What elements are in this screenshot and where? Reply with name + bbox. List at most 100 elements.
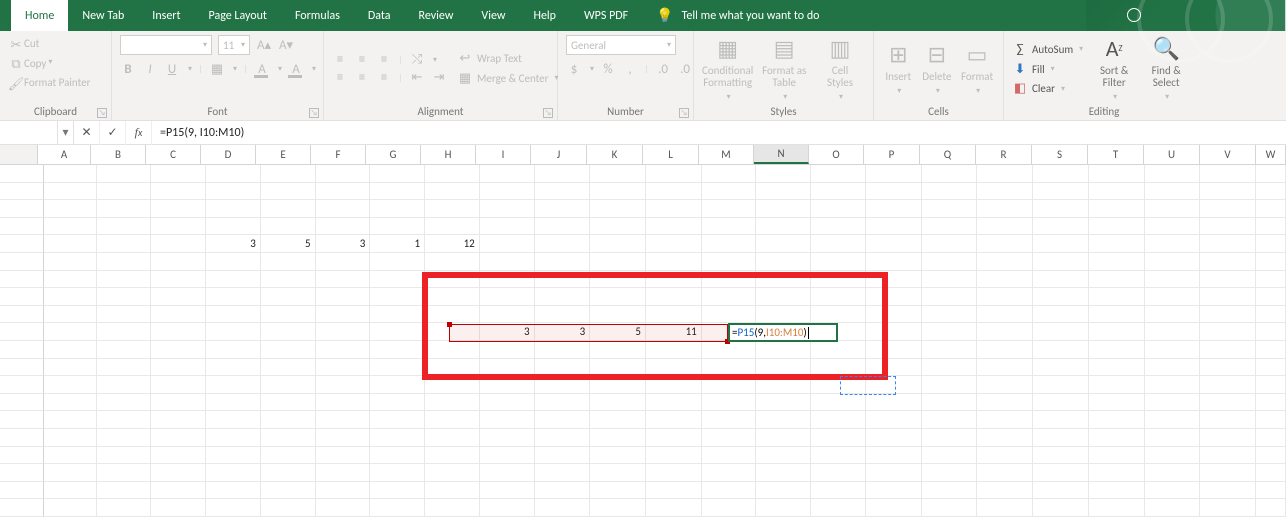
cell-F6[interactable] (316, 253, 371, 271)
cell-D3[interactable] (206, 200, 261, 218)
cell-T10[interactable] (1089, 323, 1145, 341)
wrap-text-button[interactable]: ↩Wrap Text (457, 50, 522, 68)
cell-U9[interactable] (1145, 306, 1201, 324)
cell-U19[interactable] (1145, 482, 1201, 500)
cell-U18[interactable] (1145, 464, 1201, 482)
cell-T11[interactable] (1089, 341, 1145, 359)
cell-A9[interactable] (44, 306, 97, 324)
cell-K12[interactable] (590, 359, 646, 377)
cell-D20[interactable] (206, 499, 261, 517)
cell-H11[interactable] (425, 341, 480, 359)
cell-G14[interactable] (370, 394, 425, 412)
cell-L16[interactable] (646, 429, 702, 447)
cell-K19[interactable] (590, 482, 646, 500)
cell-B3[interactable] (97, 200, 152, 218)
tab-formulas[interactable]: Formulas (281, 0, 354, 31)
cell-C15[interactable] (151, 411, 206, 429)
cell-C11[interactable] (151, 341, 206, 359)
column-header-q[interactable]: Q (920, 145, 976, 164)
cell-I4[interactable] (480, 218, 535, 236)
column-header-h[interactable]: H (421, 145, 476, 164)
cell-R15[interactable] (977, 411, 1033, 429)
cell-H10[interactable] (425, 323, 480, 341)
cell-O12[interactable] (811, 359, 866, 377)
borders-button[interactable]: ▦ (209, 61, 225, 77)
cell-C6[interactable] (151, 253, 206, 271)
cell-I14[interactable] (480, 394, 535, 412)
cell-M19[interactable] (702, 482, 757, 500)
cell-A14[interactable] (44, 394, 97, 412)
row-header-6[interactable] (0, 253, 44, 271)
underline-button[interactable]: U (164, 61, 180, 77)
cell-H6[interactable] (425, 253, 480, 271)
align-center-icon[interactable]: ≡ (354, 70, 370, 86)
cell-T19[interactable] (1089, 482, 1145, 500)
cell-I16[interactable] (480, 429, 535, 447)
cell-A2[interactable] (44, 183, 97, 201)
cell-S20[interactable] (1033, 499, 1089, 517)
row-header-17[interactable] (0, 447, 44, 465)
cell-S11[interactable] (1033, 341, 1089, 359)
cell-P3[interactable] (866, 200, 922, 218)
cell-T18[interactable] (1089, 464, 1145, 482)
cell-F5[interactable]: 3 (316, 235, 371, 253)
column-header-v[interactable]: V (1200, 145, 1256, 164)
cell-A5[interactable] (44, 235, 97, 253)
cell-W11[interactable] (1256, 341, 1286, 359)
cell-I8[interactable] (480, 288, 535, 306)
cell-B16[interactable] (97, 429, 152, 447)
cell-L7[interactable] (646, 271, 702, 289)
cell-F2[interactable] (316, 183, 371, 201)
cell-M17[interactable] (702, 447, 757, 465)
cell-B13[interactable] (97, 376, 152, 394)
cell-L1[interactable] (646, 165, 702, 183)
cell-K18[interactable] (590, 464, 646, 482)
cell-Q12[interactable] (922, 359, 978, 377)
tab-data[interactable]: Data (354, 0, 405, 31)
cell-N14[interactable] (756, 394, 811, 412)
cell-S18[interactable] (1033, 464, 1089, 482)
cell-S10[interactable] (1033, 323, 1089, 341)
cell-C7[interactable] (151, 271, 206, 289)
cell-H14[interactable] (425, 394, 480, 412)
cell-U3[interactable] (1145, 200, 1201, 218)
cell-H7[interactable] (425, 271, 480, 289)
cell-B15[interactable] (97, 411, 152, 429)
cell-V7[interactable] (1200, 271, 1256, 289)
cell-B2[interactable] (97, 183, 152, 201)
cell-G7[interactable] (370, 271, 425, 289)
tab-review[interactable]: Review (405, 0, 468, 31)
cell-H1[interactable] (425, 165, 480, 183)
cell-C19[interactable] (151, 482, 206, 500)
cell-L15[interactable] (646, 411, 702, 429)
cell-M15[interactable] (702, 411, 757, 429)
decrease-decimal-icon[interactable]: .0 (677, 61, 693, 77)
history-icon[interactable] (1127, 8, 1141, 22)
cell-F15[interactable] (316, 411, 371, 429)
cell-T20[interactable] (1089, 499, 1145, 517)
row-header-2[interactable] (0, 183, 44, 201)
cell-M2[interactable] (702, 183, 757, 201)
cell-G16[interactable] (370, 429, 425, 447)
cell-H5[interactable]: 12 (425, 235, 480, 253)
cell-O5[interactable] (811, 235, 866, 253)
cell-J14[interactable] (535, 394, 591, 412)
cell-S12[interactable] (1033, 359, 1089, 377)
row-header-3[interactable] (0, 200, 44, 218)
cell-E4[interactable] (261, 218, 316, 236)
cell-W8[interactable] (1256, 288, 1286, 306)
cell-G18[interactable] (370, 464, 425, 482)
cell-M11[interactable] (702, 341, 757, 359)
cell-N17[interactable] (756, 447, 811, 465)
cell-I5[interactable] (480, 235, 535, 253)
cell-Q2[interactable] (922, 183, 978, 201)
cell-B14[interactable] (97, 394, 152, 412)
cell-styles-button[interactable]: ▥Cell Styles▾ (815, 35, 865, 103)
cell-H2[interactable] (425, 183, 480, 201)
cell-J15[interactable] (535, 411, 591, 429)
cell-C1[interactable] (151, 165, 206, 183)
cell-J10[interactable]: 3 (535, 323, 591, 341)
cell-P9[interactable] (866, 306, 922, 324)
cell-A12[interactable] (44, 359, 97, 377)
cell-V2[interactable] (1200, 183, 1256, 201)
